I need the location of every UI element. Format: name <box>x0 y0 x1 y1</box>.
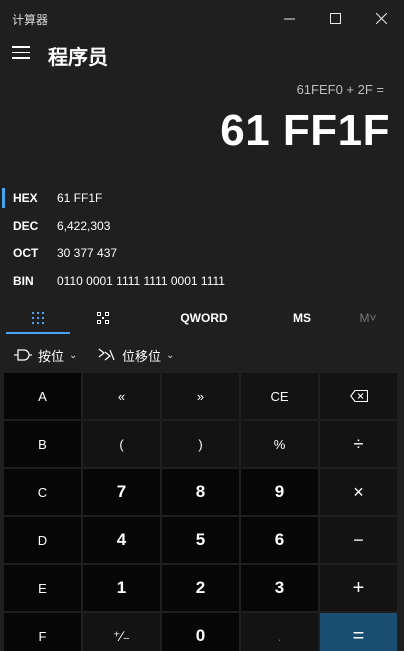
close-icon <box>375 12 387 24</box>
maximize-icon <box>329 12 341 24</box>
key-3[interactable]: 3 <box>241 565 318 611</box>
key-subtract[interactable]: − <box>320 517 397 563</box>
close-button[interactable] <box>358 0 404 36</box>
key-divide[interactable]: ÷ <box>320 421 397 467</box>
key-right-shift[interactable]: » <box>162 373 239 419</box>
logic-gate-icon <box>14 349 32 361</box>
radix-label: DEC <box>13 219 39 233</box>
key-left-paren[interactable]: ( <box>83 421 160 467</box>
bit-toggle-keypad-icon <box>97 312 109 324</box>
key-2[interactable]: 2 <box>162 565 239 611</box>
word-size-button[interactable]: QWORD <box>166 303 242 333</box>
operations-bar: 按位 ⌄ 位移位 ⌄ <box>0 342 404 368</box>
key-4[interactable]: 4 <box>83 517 160 563</box>
key-5[interactable]: 5 <box>162 517 239 563</box>
radix-label: OCT <box>13 246 39 260</box>
key-clear-entry[interactable]: CE <box>241 373 318 419</box>
key-7[interactable]: 7 <box>83 469 160 515</box>
maximize-button[interactable] <box>312 0 358 36</box>
key-0[interactable]: 0 <box>162 613 239 651</box>
backspace-icon <box>349 390 368 402</box>
bitwise-dropdown[interactable]: 按位 ⌄ <box>14 342 77 368</box>
key-add[interactable]: + <box>320 565 397 611</box>
key-c[interactable]: C <box>4 469 81 515</box>
hamburger-menu-icon[interactable] <box>12 46 30 60</box>
key-8[interactable]: 8 <box>162 469 239 515</box>
mode-title: 程序员 <box>48 47 108 69</box>
key-e[interactable]: E <box>4 565 81 611</box>
bit-shift-label: 位移位 <box>122 348 162 364</box>
radix-row-bin[interactable]: BIN 0110 0001 1111 1111 0001 1111 <box>0 267 404 295</box>
keypad-mode-tabs: QWORD MS M˅ <box>0 303 404 334</box>
key-decimal[interactable]: . <box>241 613 318 651</box>
key-backspace[interactable] <box>320 373 397 419</box>
bitwise-label: 按位 <box>38 348 65 364</box>
keypad-grid-icon <box>32 312 44 324</box>
key-negate[interactable]: ⁺∕₋ <box>83 613 160 651</box>
key-modulo[interactable]: % <box>241 421 318 467</box>
radix-row-dec[interactable]: DEC 6,422,303 <box>0 212 404 240</box>
key-1[interactable]: 1 <box>83 565 160 611</box>
key-equals[interactable]: = <box>320 613 397 651</box>
tab-bit-toggle[interactable] <box>70 303 136 333</box>
memory-list-button[interactable]: M˅ <box>340 303 396 333</box>
key-right-paren[interactable]: ) <box>162 421 239 467</box>
result-display: 61 FF1F <box>220 106 390 155</box>
key-b[interactable]: B <box>4 421 81 467</box>
expression-display: 61FEF0 + 2F = <box>296 82 384 97</box>
key-9[interactable]: 9 <box>241 469 318 515</box>
chevron-down-icon: ⌄ <box>166 349 175 361</box>
key-left-shift[interactable]: « <box>83 373 160 419</box>
key-f[interactable]: F <box>4 613 81 651</box>
radix-label: HEX <box>13 191 38 205</box>
selected-indicator <box>2 188 5 208</box>
title-bar: 计算器 <box>0 0 404 36</box>
radix-row-oct[interactable]: OCT 30 377 437 <box>0 239 404 267</box>
app-title: 计算器 <box>12 13 49 27</box>
radix-value: 30 377 437 <box>57 246 118 260</box>
chevron-down-icon: ⌄ <box>69 349 78 361</box>
tab-full-keypad[interactable] <box>6 303 70 333</box>
radix-row-hex[interactable]: HEX 61 FF1F <box>0 184 404 212</box>
active-tab-underline <box>6 332 70 334</box>
header: 程序员 <box>0 36 404 72</box>
key-multiply[interactable]: × <box>320 469 397 515</box>
radix-label: BIN <box>13 274 34 288</box>
key-d[interactable]: D <box>4 517 81 563</box>
bit-shift-dropdown[interactable]: 位移位 ⌄ <box>98 342 174 368</box>
radix-value: 0110 0001 1111 1111 0001 1111 <box>57 274 225 288</box>
radix-value: 61 FF1F <box>57 191 103 205</box>
key-a[interactable]: A <box>4 373 81 419</box>
key-6[interactable]: 6 <box>241 517 318 563</box>
bit-shift-icon <box>98 348 115 361</box>
minimize-icon <box>283 18 295 19</box>
memory-store-button[interactable]: MS <box>270 303 334 333</box>
minimize-button[interactable] <box>266 0 312 36</box>
radix-value: 6,422,303 <box>57 219 111 233</box>
